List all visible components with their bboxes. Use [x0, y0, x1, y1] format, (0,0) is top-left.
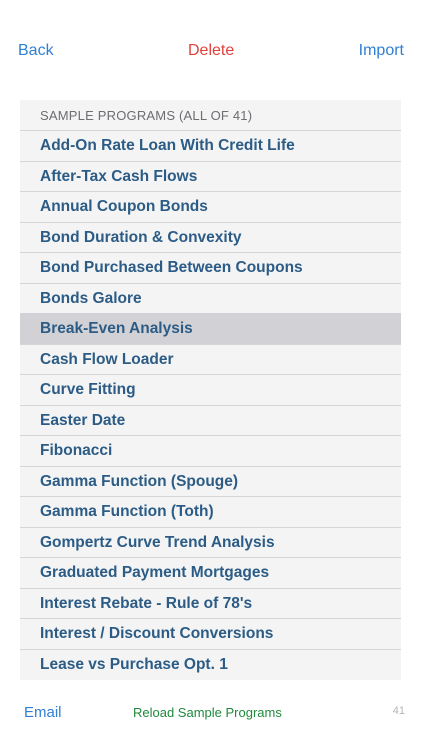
- list-item[interactable]: Fibonacci: [20, 435, 401, 466]
- list-item-label: Graduated Payment Mortgages: [40, 564, 270, 581]
- list-item[interactable]: Curve Fitting: [20, 374, 401, 405]
- list-item[interactable]: Bond Duration & Convexity: [20, 221, 401, 253]
- reload-sample-programs-button[interactable]: Reload Sample Programs: [133, 705, 282, 720]
- email-button[interactable]: Email: [24, 704, 62, 721]
- list-item-label: After-Tax Cash Flows: [40, 167, 198, 185]
- bottom-toolbar: Email Reload Sample Programs 41: [0, 690, 422, 750]
- list-item-label: Interest Rebate - Rule of 78's: [40, 594, 253, 612]
- list-item-label: Bond Duration & Convexity: [40, 228, 242, 246]
- list-item-label: Add-On Rate Loan With Credit Life: [40, 137, 295, 154]
- list-item-label: Gompertz Curve Trend Analysis: [40, 533, 275, 551]
- program-count: 41: [392, 705, 405, 717]
- list-item-label: Break-Even Analysis: [40, 320, 193, 337]
- list-item-label: Bonds Galore: [40, 289, 142, 307]
- sample-programs-panel: SAMPLE PROGRAMS (ALL OF 41) Add-On Rate …: [20, 100, 401, 680]
- list-item[interactable]: Gamma Function (Spouge): [20, 465, 401, 497]
- list-item-label: Lease vs Purchase Opt. 1: [40, 655, 228, 673]
- list-item[interactable]: Lease vs Purchase Opt. 1: [20, 648, 401, 680]
- list-item-label: Gamma Function (Toth): [40, 503, 214, 520]
- list-item[interactable]: Interest Rebate - Rule of 78's: [20, 587, 401, 619]
- list-item[interactable]: After-Tax Cash Flows: [20, 160, 401, 192]
- delete-button[interactable]: Delete: [188, 41, 234, 61]
- list-item-label: Fibonacci: [40, 442, 113, 459]
- list-item[interactable]: Graduated Payment Mortgages: [20, 557, 401, 588]
- program-list[interactable]: Add-On Rate Loan With Credit Life After-T…: [20, 130, 401, 679]
- list-item[interactable]: Gompertz Curve Trend Analysis: [20, 526, 401, 558]
- list-item[interactable]: Break-Even Analysis: [20, 313, 401, 344]
- list-section-header: SAMPLE PROGRAMS (ALL OF 41): [40, 108, 253, 123]
- back-button[interactable]: Back: [18, 41, 54, 61]
- list-item[interactable]: Gamma Function (Toth): [20, 496, 401, 527]
- list-item-label: Gamma Function (Spouge): [40, 472, 239, 490]
- list-item[interactable]: Bonds Galore: [20, 282, 401, 314]
- list-item[interactable]: Annual Coupon Bonds: [20, 191, 401, 222]
- list-item[interactable]: Bond Purchased Between Coupons: [20, 252, 401, 283]
- list-item[interactable]: Cash Flow Loader: [20, 343, 401, 375]
- list-item-label: Interest / Discount Conversions: [40, 625, 274, 642]
- list-item-label: Curve Fitting: [40, 381, 136, 398]
- import-button[interactable]: Import: [359, 41, 404, 61]
- list-item-label: Cash Flow Loader: [40, 350, 174, 368]
- list-item[interactable]: Easter Date: [20, 404, 401, 436]
- list-item-label: Bond Purchased Between Coupons: [40, 259, 303, 276]
- list-item-label: Easter Date: [40, 411, 126, 429]
- top-toolbar: Back Delete Import: [0, 0, 422, 100]
- list-item-label: Annual Coupon Bonds: [40, 198, 208, 215]
- list-item[interactable]: Add-On Rate Loan With Credit Life: [20, 130, 401, 161]
- list-item[interactable]: Interest / Discount Conversions: [20, 618, 401, 649]
